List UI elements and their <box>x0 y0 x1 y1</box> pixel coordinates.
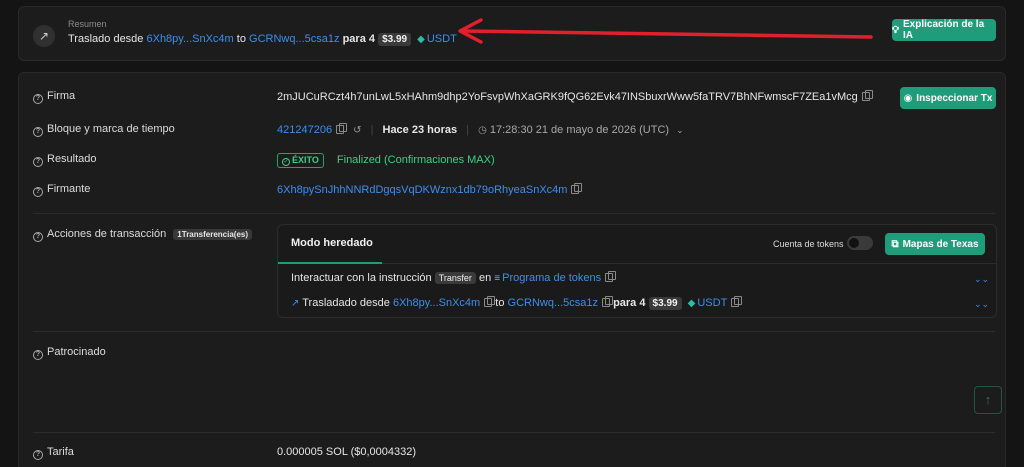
divider <box>33 213 995 214</box>
signer-label-row: ? Firmante <box>33 183 90 197</box>
timestamp: 17:28:30 21 de mayo de 2026 (UTC) <box>489 124 670 136</box>
move-arrow-icon: ↗ <box>291 298 300 309</box>
copy-icon[interactable] <box>484 296 496 307</box>
texas-maps-label: Mapas de Texas <box>902 238 979 250</box>
fee-label-row: ? Tarifa <box>33 446 74 460</box>
fee-label: Tarifa <box>47 446 74 458</box>
help-icon[interactable]: ? <box>33 450 43 460</box>
texas-maps-button[interactable]: ⧉ Mapas de Texas <box>885 233 985 255</box>
summary-amount: para 4 <box>342 33 375 45</box>
move-amount: para 4 <box>613 297 646 309</box>
result-label-row: ? Resultado <box>33 153 97 167</box>
red-annotation-arrow <box>458 18 873 44</box>
block-label: Bloque y marca de tiempo <box>47 123 175 135</box>
eye-icon: ◉ <box>903 92 913 104</box>
signer-label: Firmante <box>47 183 91 195</box>
summary-to-link[interactable]: GCRNwq...5csa1z <box>249 33 339 45</box>
copy-icon[interactable] <box>602 296 613 307</box>
expand-chevron-icon[interactable]: ⌄⌄ <box>974 299 989 310</box>
expand-chevron-icon[interactable]: ⌄⌄ <box>974 274 989 285</box>
copy-icon[interactable] <box>571 183 583 194</box>
inspect-tx-button[interactable]: ◉ Inspeccionar Tx <box>900 87 996 109</box>
help-icon[interactable]: ? <box>33 187 43 197</box>
transaction-details-card: ? Firma 2mJUCuRCzt4h7unLwL5xHAhm9dhp2YoFs… <box>18 72 1006 467</box>
block-label-row: ? Bloque y marca de tiempo <box>33 123 175 137</box>
instruction-prefix: Interactuar con la instrucción <box>291 272 432 284</box>
sponsored-label-row: ? Patrocinado <box>33 346 106 360</box>
block-value-row: 421247206 ↺ | Hace 23 horas | ◷ 17:28:30… <box>277 123 684 136</box>
summary-to-word: to <box>236 33 246 45</box>
move-to-word: to <box>495 297 505 309</box>
time-ago: Hace 23 horas <box>382 124 458 136</box>
usdt-token-icon: ◆ <box>687 298 696 309</box>
tab-divider <box>278 263 996 264</box>
help-icon[interactable]: ? <box>33 232 43 242</box>
divider <box>33 432 995 433</box>
active-tab-indicator <box>278 262 382 264</box>
copy-icon[interactable] <box>336 123 348 134</box>
chevron-down-icon[interactable]: ⌄ <box>676 125 684 135</box>
move-prefix: Trasladado desde <box>302 297 390 309</box>
signature-label-row: ? Firma <box>33 90 75 104</box>
instruction-row: Interactuar con la instrucción Transfer … <box>291 271 617 284</box>
summary-price-badge: $3.99 <box>378 33 412 46</box>
token-account-label: Cuenta de tokens <box>773 239 844 249</box>
summary-from-link[interactable]: 6Xh8py...SnXc4m <box>146 33 233 45</box>
status-badge-text: ÉXITO <box>292 155 319 165</box>
summary-token-link[interactable]: USDT <box>427 33 457 45</box>
help-icon[interactable]: ? <box>33 157 43 167</box>
transaction-actions-panel: Modo heredado Cuenta de tokens ⧉ Mapas d… <box>277 224 997 318</box>
move-price-badge: $3.99 <box>648 297 682 310</box>
summary-label: Resumen <box>68 19 107 29</box>
actions-label-row: ? Acciones de transacción 1Transferencia(… <box>33 228 252 242</box>
instruction-en: en <box>478 272 492 284</box>
finalized-status: Finalized (Confirmaciones MAX) <box>336 154 495 166</box>
token-program-icon: ≡ <box>494 273 501 284</box>
sponsored-label: Patrocinado <box>47 346 106 358</box>
copy-icon[interactable] <box>731 296 743 307</box>
transfer-count-badge: 1Transferencia(es) <box>173 229 252 240</box>
usdt-token-icon: ◆ <box>417 34 425 45</box>
move-from-link[interactable]: 6Xh8py...SnXc4m <box>393 297 480 309</box>
scroll-to-top-button[interactable]: ↑ <box>974 386 1002 414</box>
move-to-link[interactable]: GCRNwq...5csa1z <box>508 297 598 309</box>
status-badge: ✓ ÉXITO <box>277 153 324 168</box>
instruction-tag: Transfer <box>434 272 476 284</box>
ai-explanation-label: Explicación de la IA <box>903 19 985 41</box>
signature-value: 2mJUCuRCzt4h7unLwL5xHAhm9dhp2YoFsvpWhXaG… <box>277 91 858 103</box>
signer-value-row: 6Xh8pySnJhhNNRdDgqsVqDKWznx1db79oRhyeaSn… <box>277 183 583 196</box>
inspect-tx-label: Inspeccionar Tx <box>916 92 993 104</box>
divider <box>33 331 995 332</box>
map-icon: ⧉ <box>891 238 899 250</box>
summary-prefix: Traslado desde <box>68 33 144 45</box>
tab-legacy-mode[interactable]: Modo heredado <box>291 237 373 249</box>
transfer-arrow-icon: ↗ <box>33 25 55 47</box>
help-icon[interactable]: ? <box>33 94 43 104</box>
actions-label: Acciones de transacción <box>47 228 167 240</box>
move-row: ↗ Trasladado desde 6Xh8py...SnXc4m to GC… <box>291 296 743 310</box>
result-value-row: ✓ ÉXITO Finalized (Confirmaciones MAX) <box>277 153 495 168</box>
signature-value-row: 2mJUCuRCzt4h7unLwL5xHAhm9dhp2YoFsvpWhXaG… <box>277 90 873 103</box>
signer-link[interactable]: 6Xh8pySnJhhNNRdDgqsVqDKWznx1db79oRhyeaSn… <box>277 184 567 196</box>
clock-icon: ◷ <box>478 125 487 136</box>
result-label: Resultado <box>47 153 97 165</box>
copy-icon[interactable] <box>605 271 617 282</box>
help-icon[interactable]: ? <box>33 350 43 360</box>
token-program-link[interactable]: Programa de tokens <box>502 272 601 284</box>
copy-icon[interactable] <box>861 90 873 101</box>
token-account-toggle[interactable] <box>847 236 873 250</box>
fee-value: 0.000005 SOL ($0,0004332) <box>277 446 417 458</box>
signature-label: Firma <box>47 90 76 102</box>
move-token-link[interactable]: USDT <box>697 297 727 309</box>
summary-line: Traslado desde 6Xh8py...SnXc4m to GCRNwq… <box>68 33 457 46</box>
history-icon[interactable]: ↺ <box>353 125 361 136</box>
check-icon: ✓ <box>282 158 290 166</box>
block-number-link[interactable]: 421247206 <box>277 124 332 136</box>
lightbulb-icon: 💡︎ <box>892 24 899 36</box>
help-icon[interactable]: ? <box>33 127 43 137</box>
ai-explanation-button[interactable]: 💡︎ Explicación de la IA <box>892 19 996 41</box>
